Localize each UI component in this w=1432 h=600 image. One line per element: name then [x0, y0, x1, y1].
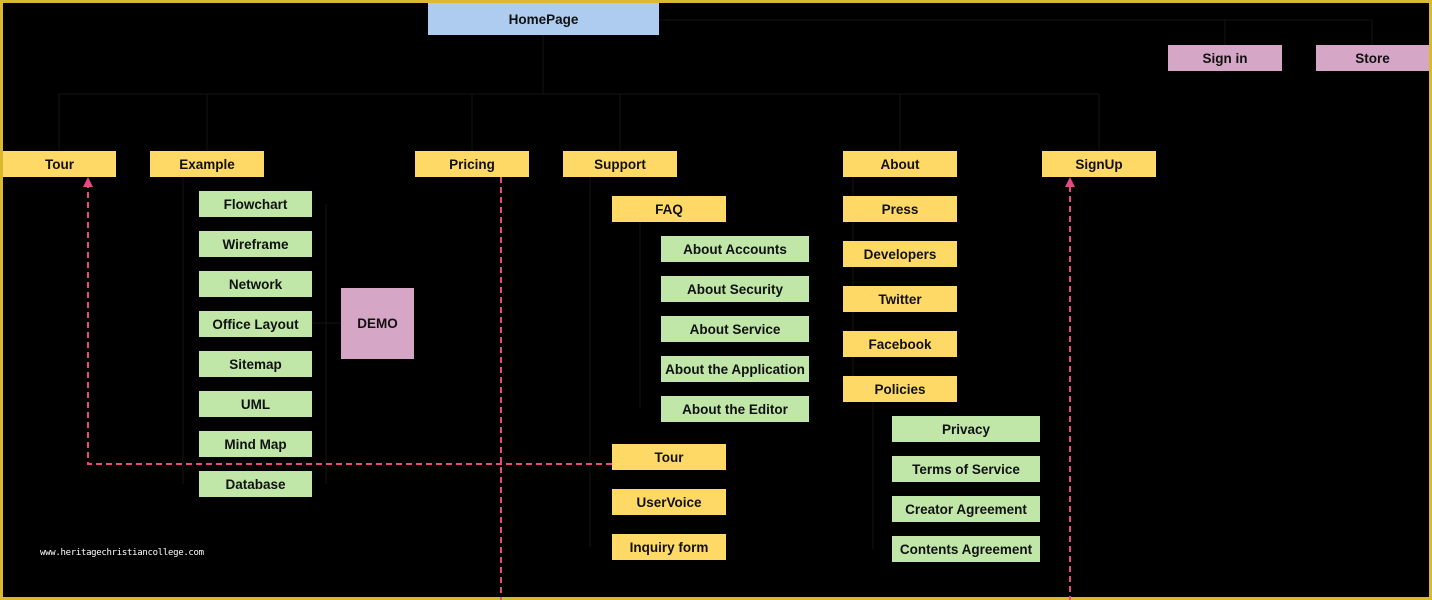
- node-store[interactable]: Store: [1316, 45, 1429, 71]
- node-contents-agreement[interactable]: Contents Agreement: [892, 536, 1040, 562]
- node-wireframe[interactable]: Wireframe: [199, 231, 312, 257]
- node-sitemap[interactable]: Sitemap: [199, 351, 312, 377]
- node-about-the-application[interactable]: About the Application: [661, 356, 809, 382]
- node-terms-of-service[interactable]: Terms of Service: [892, 456, 1040, 482]
- node-network[interactable]: Network: [199, 271, 312, 297]
- node-about[interactable]: About: [843, 151, 957, 177]
- node-privacy[interactable]: Privacy: [892, 416, 1040, 442]
- arrow-head-icon: [1065, 177, 1075, 187]
- node-uml[interactable]: UML: [199, 391, 312, 417]
- node-creator-agreement[interactable]: Creator Agreement: [892, 496, 1040, 522]
- node-support[interactable]: Support: [563, 151, 677, 177]
- node-press[interactable]: Press: [843, 196, 957, 222]
- node-support-tour[interactable]: Tour: [612, 444, 726, 470]
- node-sign-in[interactable]: Sign in: [1168, 45, 1282, 71]
- node-tour[interactable]: Tour: [3, 151, 116, 177]
- node-uservoice[interactable]: UserVoice: [612, 489, 726, 515]
- node-database[interactable]: Database: [199, 471, 312, 497]
- node-about-security[interactable]: About Security: [661, 276, 809, 302]
- node-signup[interactable]: SignUp: [1042, 151, 1156, 177]
- node-flowchart[interactable]: Flowchart: [199, 191, 312, 217]
- node-pricing[interactable]: Pricing: [415, 151, 529, 177]
- node-example[interactable]: Example: [150, 151, 264, 177]
- node-office-layout[interactable]: Office Layout: [199, 311, 312, 337]
- watermark: www.heritagechristiancollege.com: [40, 548, 204, 558]
- arrow-head-icon: [83, 177, 93, 187]
- node-facebook[interactable]: Facebook: [843, 331, 957, 357]
- node-faq[interactable]: FAQ: [612, 196, 726, 222]
- node-about-accounts[interactable]: About Accounts: [661, 236, 809, 262]
- node-twitter[interactable]: Twitter: [843, 286, 957, 312]
- node-mind-map[interactable]: Mind Map: [199, 431, 312, 457]
- node-about-service[interactable]: About Service: [661, 316, 809, 342]
- node-policies[interactable]: Policies: [843, 376, 957, 402]
- node-demo[interactable]: DEMO: [341, 288, 414, 359]
- node-about-the-editor[interactable]: About the Editor: [661, 396, 809, 422]
- node-homepage[interactable]: HomePage: [428, 3, 659, 35]
- node-developers[interactable]: Developers: [843, 241, 957, 267]
- node-inquiry-form[interactable]: Inquiry form: [612, 534, 726, 560]
